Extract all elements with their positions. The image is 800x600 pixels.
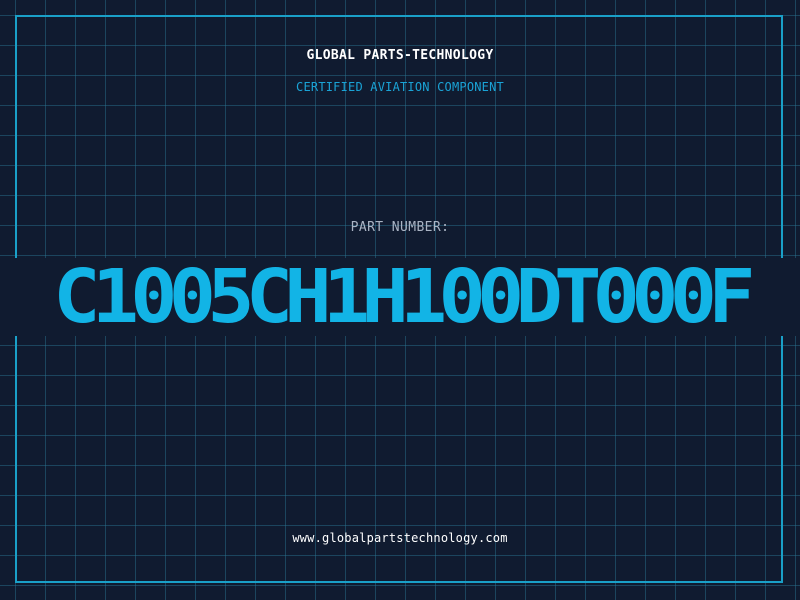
company-name: GLOBAL PARTS-TECHNOLOGY [306,48,494,63]
certificate-card: GLOBAL PARTS-TECHNOLOGY CERTIFIED AVIATI… [0,0,800,600]
part-number-band: C1005CH1H100DT000F [0,258,800,336]
part-number-label: PART NUMBER: [350,220,450,235]
certification-tagline: CERTIFIED AVIATION COMPONENT [296,80,504,94]
part-number-value: C1005CH1H100DT000F [53,258,755,336]
website-link[interactable]: www.globalpartstechnology.com [0,531,800,545]
